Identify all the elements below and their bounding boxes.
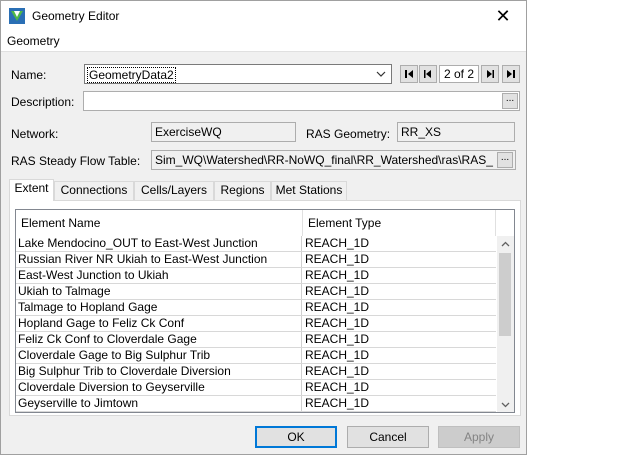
description-browse-button[interactable]: ... bbox=[502, 93, 518, 109]
network-value: ExerciseWQ bbox=[151, 122, 296, 142]
element-type-cell: REACH_1D bbox=[305, 380, 370, 394]
element-name-cell: Big Sulphur Trib to Cloverdale Diversion bbox=[16, 364, 302, 379]
ras-steady-flow-label: RAS Steady Flow Table: bbox=[11, 154, 141, 168]
element-name-cell: Russian River NR Ukiah to East-West Junc… bbox=[16, 252, 302, 267]
ras-steady-flow-value: Sim_WQ\Watershed\RR-NoWQ_final\RR_Waters… bbox=[151, 150, 516, 170]
table-row[interactable]: Big Sulphur Trib to Cloverdale Diversion… bbox=[16, 364, 496, 380]
element-type-cell: REACH_1D bbox=[305, 316, 370, 330]
ras-geometry-label: RAS Geometry: bbox=[306, 127, 391, 141]
table-row[interactable]: Feliz Ck Conf to Cloverdale Gage REACH_1D bbox=[16, 332, 496, 348]
previous-icon bbox=[424, 70, 431, 78]
table-body: Lake Mendocino_OUT to East-West Junction… bbox=[16, 236, 496, 412]
name-label: Name: bbox=[11, 68, 47, 82]
table-row[interactable]: Talmage to Hopland Gage REACH_1D bbox=[16, 300, 496, 316]
last-record-button[interactable] bbox=[502, 65, 520, 83]
column-header-element-type[interactable]: Element Type bbox=[303, 210, 496, 236]
ok-button[interactable]: OK bbox=[255, 426, 337, 448]
column-header-element-name[interactable]: Element Name bbox=[16, 210, 303, 236]
title-bar: Geometry Editor ✕ bbox=[1, 1, 526, 31]
geometry-editor-window: Geometry Editor ✕ Geometry Name: Geometr… bbox=[0, 0, 527, 455]
tab-connections[interactable]: Connections bbox=[54, 181, 134, 200]
scroll-up-icon[interactable] bbox=[501, 240, 510, 249]
table-row[interactable]: Ukiah to Talmage REACH_1D bbox=[16, 284, 496, 300]
tab-regions[interactable]: Regions bbox=[214, 181, 271, 200]
element-name-cell: Talmage to Hopland Gage bbox=[16, 300, 302, 315]
element-type-cell: REACH_1D bbox=[305, 396, 370, 410]
element-name-cell: Hopland Gage to Feliz Ck Conf bbox=[16, 316, 302, 331]
previous-record-button[interactable] bbox=[419, 65, 437, 83]
menu-bar: Geometry bbox=[1, 31, 526, 52]
tab-extent[interactable]: Extent bbox=[9, 179, 54, 201]
elements-table: Element Name Element Type Lake Mendocino… bbox=[15, 209, 515, 413]
element-type-cell: REACH_1D bbox=[305, 348, 370, 362]
ellipsis-icon: ... bbox=[505, 93, 515, 104]
name-value: GeometryData2 bbox=[87, 67, 176, 83]
apply-button[interactable]: Apply bbox=[438, 426, 520, 448]
name-combobox[interactable]: GeometryData2 bbox=[84, 64, 392, 84]
table-row[interactable]: Cloverdale Gage to Big Sulphur Trib REACH… bbox=[16, 348, 496, 364]
ellipsis-icon: ... bbox=[500, 152, 510, 163]
app-icon bbox=[9, 8, 25, 24]
element-name-cell: Cloverdale Diversion to Geyserville bbox=[16, 380, 302, 395]
description-label: Description: bbox=[11, 95, 75, 109]
cancel-button[interactable]: Cancel bbox=[347, 426, 429, 448]
element-type-cell: REACH_1D bbox=[305, 284, 370, 298]
element-type-cell: REACH_1D bbox=[305, 364, 370, 378]
element-name-cell: East-West Junction to Ukiah bbox=[16, 268, 302, 283]
scrollbar-thumb[interactable] bbox=[499, 253, 511, 336]
description-field[interactable] bbox=[83, 91, 520, 111]
element-type-cell: REACH_1D bbox=[305, 268, 370, 282]
element-type-cell: REACH_1D bbox=[305, 300, 370, 314]
record-counter: 2 of 2 bbox=[439, 65, 479, 83]
element-type-cell: REACH_1D bbox=[305, 332, 370, 346]
table-row[interactable]: Cloverdale Diversion to Geyserville REACH… bbox=[16, 380, 496, 396]
network-label: Network: bbox=[11, 127, 59, 141]
ras-flow-browse-button[interactable]: ... bbox=[497, 152, 513, 168]
vertical-scrollbar[interactable] bbox=[497, 236, 514, 412]
table-row[interactable]: Lake Mendocino_OUT to East-West Junction… bbox=[16, 236, 496, 252]
scroll-down-icon[interactable] bbox=[501, 400, 510, 409]
ras-geometry-value: RR_XS bbox=[397, 122, 515, 142]
table-row[interactable]: Russian River NR Ukiah to East-West Junc… bbox=[16, 252, 496, 268]
chevron-down-icon bbox=[376, 71, 386, 77]
first-icon bbox=[405, 70, 413, 78]
table-row[interactable]: Geyserville to Jimtown REACH_1D bbox=[16, 396, 496, 412]
table-row[interactable]: Hopland Gage to Feliz Ck Conf REACH_1D bbox=[16, 316, 496, 332]
next-record-button[interactable] bbox=[481, 65, 499, 83]
element-name-cell: Feliz Ck Conf to Cloverdale Gage bbox=[16, 332, 302, 347]
table-row[interactable]: East-West Junction to Ukiah REACH_1D bbox=[16, 268, 496, 284]
extent-tab-panel: Element Name Element Type Lake Mendocino… bbox=[9, 200, 521, 416]
window-title: Geometry Editor bbox=[32, 9, 120, 23]
next-icon bbox=[487, 70, 494, 78]
element-type-cell: REACH_1D bbox=[305, 236, 370, 250]
close-icon: ✕ bbox=[495, 6, 511, 26]
close-button[interactable]: ✕ bbox=[480, 1, 526, 31]
last-icon bbox=[507, 70, 515, 78]
menu-geometry[interactable]: Geometry bbox=[7, 34, 60, 48]
tab-cells-layers[interactable]: Cells/Layers bbox=[134, 181, 214, 200]
element-name-cell: Ukiah to Talmage bbox=[16, 284, 302, 299]
element-name-cell: Cloverdale Gage to Big Sulphur Trib bbox=[16, 348, 302, 363]
first-record-button[interactable] bbox=[400, 65, 418, 83]
tab-met-stations[interactable]: Met Stations bbox=[271, 181, 347, 200]
element-name-cell: Geyserville to Jimtown bbox=[16, 396, 302, 411]
element-type-cell: REACH_1D bbox=[305, 252, 370, 266]
element-name-cell: Lake Mendocino_OUT to East-West Junction bbox=[16, 236, 302, 251]
